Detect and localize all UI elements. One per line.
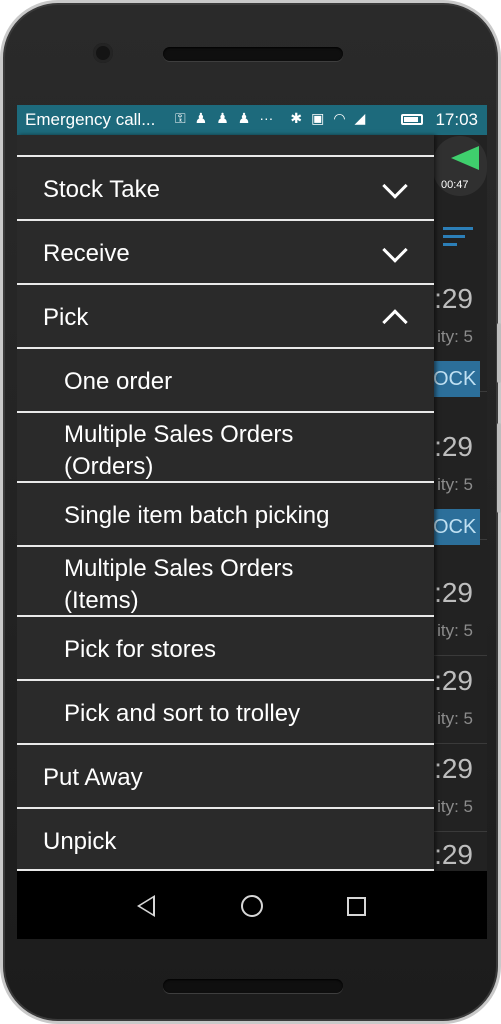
person-icon: ♟ [216,110,229,126]
person-icon: ♟ [237,110,251,126]
chevron-down-icon [382,237,408,263]
row-time: :29 [434,753,473,784]
submenu-item-single-item-batch-picking[interactable]: Single item batch picking [17,483,434,547]
chevron-down-icon [382,173,408,199]
submenu-item-multiple-sales-orders-items[interactable]: Multiple Sales Orders (Items) [17,547,434,617]
back-icon[interactable] [137,895,155,917]
drawer-top-divider [17,135,434,157]
chevron-up-icon [382,309,408,335]
battery-icon [401,114,423,125]
background-row: :29 ity: 5 [433,655,487,744]
submenu-item-label: Multiple Sales Orders (Orders) [64,421,294,480]
submenu-item-label: Pick for stores [64,636,217,663]
recents-icon[interactable] [347,897,366,916]
filter-icon[interactable] [443,227,473,251]
status-icons: ⚿ ♟ ♟ ♟ ··· ✱ ▣ ◠ ◢ [175,110,365,127]
row-action-button[interactable]: OCK [433,509,480,545]
power-button [497,423,501,513]
row-action-button[interactable]: OCK [433,361,480,397]
row-quantity: ity: 5 [437,621,473,640]
volume-button [497,323,501,383]
navigation-bar [17,871,487,939]
row-time: :29 [434,283,473,314]
phone-frame: Emergency call... ⚿ ♟ ♟ ♟ ··· ✱ ▣ ◠ ◢ 17… [0,0,501,1024]
menu-item-stock-take[interactable]: Stock Take [17,157,434,221]
row-time: :29 [434,577,473,608]
wifi-icon: ◠ [333,110,346,126]
earpiece-speaker [163,47,343,61]
submenu-item-label: Multiple Sales Orders (Items) [64,555,294,614]
notification-icon: ⚿ [175,110,186,126]
background-row: :29 ity: 5 [433,565,487,656]
person-icon: ♟ [194,110,208,126]
background-row: :29 ity: 5 [433,743,487,832]
timer-badge[interactable]: 00:47 [433,136,487,196]
status-bar: Emergency call... ⚿ ♟ ♟ ♟ ··· ✱ ▣ ◠ ◢ 17… [17,105,487,135]
row-quantity: ity: 5 [437,709,473,728]
clock: 17:03 [435,110,478,129]
menu-item-label: Unpick [43,828,117,855]
menu-item-put-away[interactable]: Put Away [17,745,434,809]
front-camera [93,43,113,63]
menu-item-label: Pick [43,304,89,331]
bluetooth-icon: ✱ [290,110,303,126]
row-quantity: ity: 5 [437,797,473,816]
home-icon[interactable] [241,895,263,917]
bottom-speaker [163,979,343,993]
more-icon: ··· [259,110,274,126]
row-time: :29 [434,431,473,462]
navigation-drawer: Stock Take Receive Pick One order Multip… [17,135,434,871]
screen: Emergency call... ⚿ ♟ ♟ ♟ ··· ✱ ▣ ◠ ◢ 17… [17,105,487,939]
menu-item-unpick[interactable]: Unpick [17,809,434,871]
menu-item-receive[interactable]: Receive [17,221,434,285]
carrier-text: Emergency call... [25,110,156,129]
timer-text: 00:47 [441,179,469,191]
submenu-item-label: Pick and sort to trolley [64,700,301,727]
send-icon [451,146,479,170]
menu-item-pick[interactable]: Pick [17,285,434,349]
row-time: :29 [434,665,473,696]
row-quantity: ity: 5 [437,475,473,494]
submenu-item-pick-for-stores[interactable]: Pick for stores [17,617,434,681]
row-time: :29 [434,839,473,870]
menu-item-label: Put Away [43,764,143,791]
submenu-item-pick-and-sort-to-trolley[interactable]: Pick and sort to trolley [17,681,434,745]
menu-item-label: Stock Take [43,176,160,203]
submenu-item-label: One order [64,368,173,395]
signal-icon: ◢ [354,110,366,126]
submenu-item-one-order[interactable]: One order [17,349,434,413]
nfc-icon: ▣ [311,110,325,126]
menu-item-label: Receive [43,240,130,267]
background-row: :29 [433,831,487,871]
submenu-item-label: Single item batch picking [64,502,330,529]
row-quantity: ity: 5 [437,327,473,346]
submenu-item-multiple-sales-orders-orders[interactable]: Multiple Sales Orders (Orders) [17,413,434,483]
